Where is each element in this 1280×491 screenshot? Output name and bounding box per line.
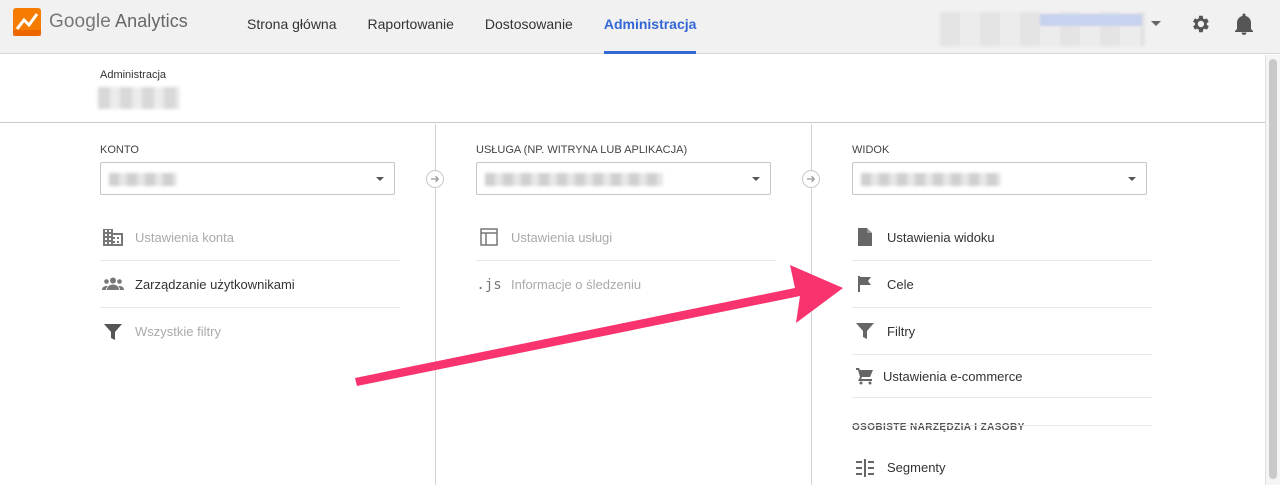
chevron-down-icon	[752, 177, 760, 181]
menu-item-tracking-info[interactable]: .js Informacje o śledzeniu	[476, 261, 776, 308]
js-icon: .js	[476, 276, 502, 293]
menu-item-view-settings[interactable]: Ustawienia widoku	[852, 214, 1152, 261]
admin-header: Administracja	[0, 55, 1265, 123]
logo-google-text: Google	[49, 11, 111, 32]
menu-item-property-settings[interactable]: Ustawienia usługi	[476, 214, 776, 261]
menu-item-label: Filtry	[887, 323, 916, 339]
personal-tools-heading: OSOBISTE NARZĘDZIA I ZASOBY	[852, 422, 1025, 433]
property-menu: Ustawienia usługi .js Informacje o śledz…	[476, 214, 776, 308]
property-column-title: USŁUGA (NP. WITRYNA LUB APLIKACJA)	[476, 144, 688, 156]
nav-reporting[interactable]: Raportowanie	[368, 0, 454, 54]
personal-tools-menu: Segmenty	[852, 444, 1152, 491]
menu-item-all-filters[interactable]: Wszystkie filtry	[100, 308, 400, 355]
menu-item-filters[interactable]: Filtry	[852, 308, 1152, 355]
nav-admin[interactable]: Administracja	[603, 0, 696, 54]
gear-icon[interactable]	[1189, 13, 1211, 35]
menu-item-label: Ustawienia konta	[135, 229, 234, 245]
logo-analytics-text: Analytics	[114, 11, 188, 31]
view-menu: Ustawienia widoku Cele Filtry Ustawienia…	[852, 214, 1152, 398]
account-name-redacted	[98, 87, 180, 109]
menu-item-goals[interactable]: Cele	[852, 261, 1152, 308]
menu-item-label: Ustawienia e-commerce	[883, 368, 1023, 384]
menu-item-label: Wszystkie filtry	[135, 324, 221, 339]
menu-item-label: Zarządzanie użytkownikami	[135, 276, 295, 292]
nav-home[interactable]: Strona główna	[247, 0, 337, 54]
account-select[interactable]	[100, 162, 395, 195]
arrow-right-icon	[802, 170, 820, 188]
filter-icon	[854, 320, 876, 342]
menu-item-account-settings[interactable]: Ustawienia konta	[100, 214, 400, 261]
nav-customization[interactable]: Dostosowanie	[485, 0, 573, 54]
logo-text: Google Analytics	[49, 11, 188, 33]
account-selector[interactable]	[940, 12, 1145, 46]
flag-icon	[854, 273, 876, 295]
notifications-bell-icon[interactable]	[1233, 12, 1255, 36]
property-select[interactable]	[476, 162, 771, 195]
window-icon	[478, 226, 500, 248]
menu-item-label: Ustawienia usługi	[511, 229, 613, 245]
filter-icon	[102, 321, 124, 343]
view-select[interactable]	[852, 162, 1147, 195]
view-column-title: WIDOK	[852, 144, 890, 156]
menu-item-ecommerce-settings[interactable]: Ustawienia e-commerce	[852, 355, 1152, 398]
chevron-down-icon	[376, 177, 384, 181]
segments-icon	[854, 457, 876, 479]
users-icon	[102, 273, 124, 295]
arrow-right-icon	[426, 170, 444, 188]
menu-item-label: Segmenty	[887, 460, 946, 475]
menu-item-user-management[interactable]: Zarządzanie użytkownikami	[100, 261, 400, 308]
scrollbar-thumb[interactable]	[1269, 59, 1277, 479]
chevron-down-icon[interactable]	[1151, 21, 1161, 26]
account-menu: Ustawienia konta Zarządzanie użytkownika…	[100, 214, 400, 355]
scrollbar[interactable]	[1265, 55, 1280, 485]
document-icon	[854, 226, 876, 248]
menu-item-segments[interactable]: Segmenty	[852, 444, 1152, 491]
menu-item-label: Informacje o śledzeniu	[511, 277, 642, 292]
account-column-title: KONTO	[100, 144, 139, 156]
section-divider	[852, 425, 1152, 426]
cart-icon	[854, 365, 876, 387]
menu-item-label: Cele	[887, 276, 914, 292]
page-title: Administracja	[100, 69, 167, 81]
analytics-logo-icon	[13, 8, 41, 36]
menu-item-label: Ustawienia widoku	[887, 229, 995, 245]
chevron-down-icon	[1128, 177, 1136, 181]
google-analytics-logo[interactable]: Google Analytics	[13, 8, 188, 36]
building-icon	[102, 226, 124, 248]
top-bar: Google Analytics Strona główna Raportowa…	[0, 0, 1280, 54]
main-nav: Strona główna Raportowanie Dostosowanie …	[247, 0, 727, 54]
